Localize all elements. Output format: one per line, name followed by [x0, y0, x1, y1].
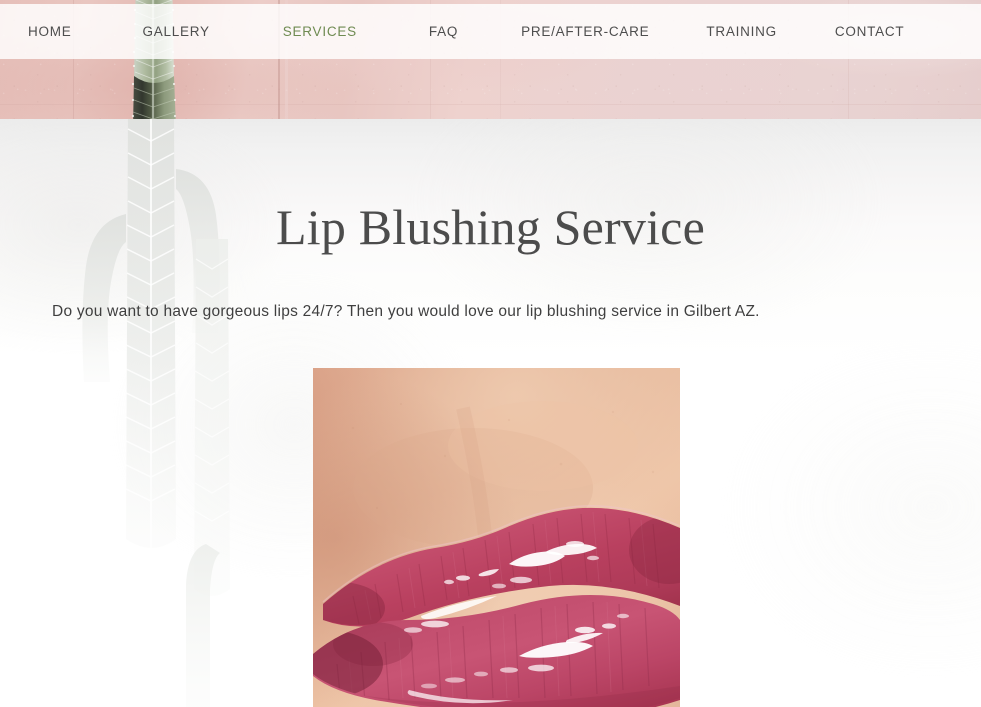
- main-content: Lip Blushing Service Do you want to have…: [0, 119, 981, 707]
- nav-item-contact[interactable]: CONTACT: [835, 24, 905, 39]
- lip-blushing-photo: [313, 368, 680, 707]
- intro-paragraph: Do you want to have gorgeous lips 24/7? …: [52, 303, 760, 320]
- nav-list: HOME GALLERY SERVICES FAQ PRE/AFTER-CARE…: [0, 24, 904, 39]
- hero-banner: HOME GALLERY SERVICES FAQ PRE/AFTER-CARE…: [0, 0, 981, 119]
- nav-item-training[interactable]: TRAINING: [706, 24, 777, 39]
- nav-item-home[interactable]: HOME: [28, 24, 72, 39]
- nav-item-pre-after-care[interactable]: PRE/AFTER-CARE: [521, 24, 649, 39]
- nav-item-faq[interactable]: FAQ: [429, 24, 458, 39]
- page-root: HOME GALLERY SERVICES FAQ PRE/AFTER-CARE…: [0, 0, 981, 707]
- main-navigation: HOME GALLERY SERVICES FAQ PRE/AFTER-CARE…: [0, 4, 981, 59]
- nav-item-gallery[interactable]: GALLERY: [143, 24, 210, 39]
- page-title: Lip Blushing Service: [276, 199, 705, 255]
- nav-item-services[interactable]: SERVICES: [283, 24, 357, 39]
- lips-image: [313, 368, 680, 707]
